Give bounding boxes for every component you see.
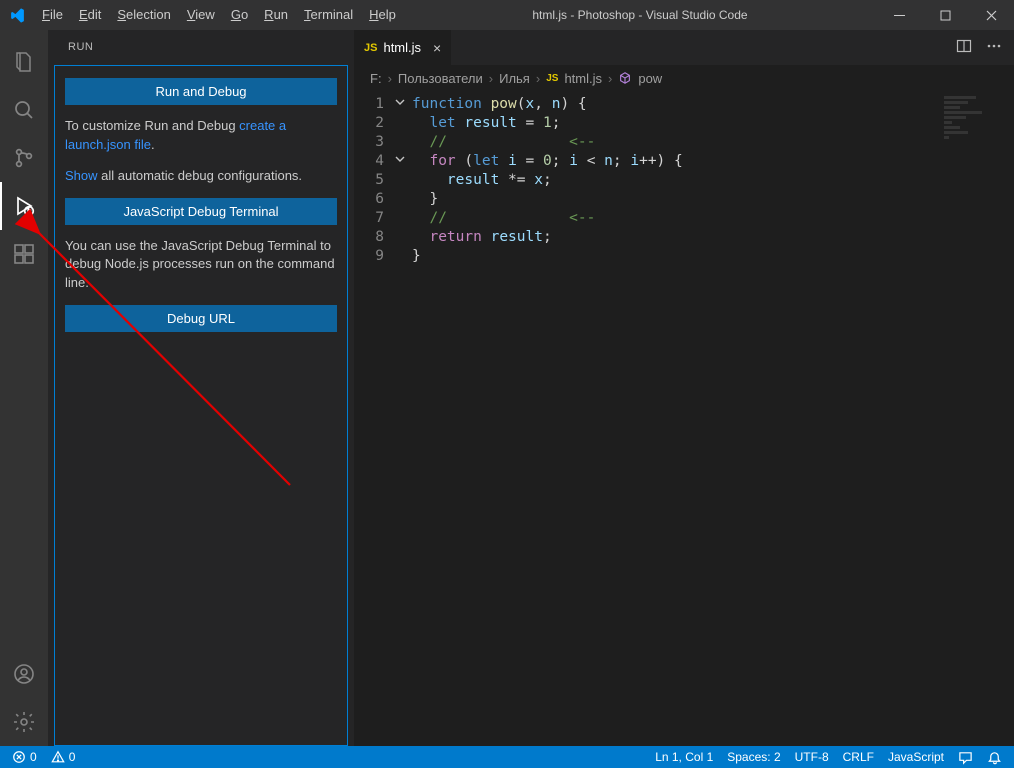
menu-terminal[interactable]: Terminal [296, 0, 361, 30]
status-bell-icon[interactable] [983, 746, 1006, 768]
split-editor-icon[interactable] [956, 38, 972, 57]
debug-url-button[interactable]: Debug URL [65, 305, 337, 332]
menu-bar: File Edit Selection View Go Run Terminal… [34, 0, 404, 30]
code-line[interactable]: return result; [412, 228, 1014, 247]
maximize-button[interactable] [922, 0, 968, 30]
source-control-icon[interactable] [0, 134, 48, 182]
editor-area: JS html.js × F:› Пользователи› Илья› JS … [354, 30, 1014, 746]
show-link[interactable]: Show [65, 168, 98, 183]
menu-view[interactable]: View [179, 0, 223, 30]
line-number: 9 [354, 247, 384, 266]
status-ln-col[interactable]: Ln 1, Col 1 [651, 746, 717, 768]
breadcrumb-symbol[interactable]: pow [638, 71, 662, 86]
explorer-icon[interactable] [0, 38, 48, 86]
status-feedback-icon[interactable] [954, 746, 977, 768]
line-number: 8 [354, 228, 384, 247]
tab-html-js[interactable]: JS html.js × [354, 30, 452, 65]
line-number: 1 [354, 95, 384, 114]
line-number: 2 [354, 114, 384, 133]
fold-toggle [394, 190, 412, 209]
menu-run[interactable]: Run [256, 0, 296, 30]
code-line[interactable]: let result = 1; [412, 114, 1014, 133]
line-number: 7 [354, 209, 384, 228]
line-number: 4 [354, 152, 384, 171]
code-content[interactable]: function pow(x, n) { let result = 1; // … [412, 95, 1014, 746]
js-debug-terminal-button[interactable]: JavaScript Debug Terminal [65, 198, 337, 225]
customize-text: To customize Run and Debug create a laun… [65, 117, 337, 155]
breadcrumb-part[interactable]: Илья [499, 71, 530, 86]
show-configs-text: Show all automatic debug configurations. [65, 167, 337, 186]
fold-column[interactable] [394, 95, 412, 746]
menu-go[interactable]: Go [223, 0, 256, 30]
code-line[interactable]: for (let i = 0; i < n; i++) { [412, 152, 1014, 171]
fold-toggle [394, 114, 412, 133]
breadcrumb[interactable]: F:› Пользователи› Илья› JS html.js› pow [354, 65, 1014, 91]
status-eol[interactable]: CRLF [839, 746, 878, 768]
tab-bar: JS html.js × [354, 30, 1014, 65]
menu-selection[interactable]: Selection [109, 0, 178, 30]
vscode-logo-icon [0, 7, 34, 24]
settings-gear-icon[interactable] [0, 698, 48, 746]
run-debug-icon[interactable] [0, 182, 48, 230]
code-editor[interactable]: 123456789 function pow(x, n) { let resul… [354, 91, 1014, 746]
fold-toggle [394, 247, 412, 266]
fold-toggle[interactable] [394, 95, 412, 114]
fold-toggle [394, 228, 412, 247]
menu-edit[interactable]: Edit [71, 0, 109, 30]
symbol-method-icon [618, 71, 632, 85]
close-button[interactable] [968, 0, 1014, 30]
run-and-debug-button[interactable]: Run and Debug [65, 78, 337, 105]
js-file-icon: JS [546, 73, 558, 84]
fold-toggle [394, 133, 412, 152]
js-file-icon: JS [364, 42, 377, 54]
tab-actions [956, 30, 1014, 65]
title-bar: File Edit Selection View Go Run Terminal… [0, 0, 1014, 30]
search-icon[interactable] [0, 86, 48, 134]
line-number: 5 [354, 171, 384, 190]
run-debug-panel: Run and Debug To customize Run and Debug… [54, 65, 348, 746]
activity-bar [0, 30, 48, 746]
fold-toggle [394, 209, 412, 228]
menu-file[interactable]: File [34, 0, 71, 30]
fold-toggle [394, 171, 412, 190]
sidebar-title: RUN [48, 30, 354, 65]
status-errors[interactable]: 0 [8, 746, 41, 768]
status-warnings[interactable]: 0 [47, 746, 80, 768]
accounts-icon[interactable] [0, 650, 48, 698]
code-line[interactable]: // <-- [412, 209, 1014, 228]
status-encoding[interactable]: UTF-8 [791, 746, 833, 768]
breadcrumb-part[interactable]: Пользователи [398, 71, 483, 86]
fold-toggle[interactable] [394, 152, 412, 171]
status-language[interactable]: JavaScript [884, 746, 948, 768]
line-number-gutter: 123456789 [354, 95, 394, 746]
menu-help[interactable]: Help [361, 0, 404, 30]
breadcrumb-file[interactable]: html.js [564, 71, 602, 86]
line-number: 3 [354, 133, 384, 152]
window-title: html.js - Photoshop - Visual Studio Code [404, 8, 876, 22]
code-line[interactable]: function pow(x, n) { [412, 95, 1014, 114]
minimize-button[interactable] [876, 0, 922, 30]
more-actions-icon[interactable] [986, 38, 1002, 57]
extensions-icon[interactable] [0, 230, 48, 278]
js-debug-desc: You can use the JavaScript Debug Termina… [65, 237, 337, 294]
tab-label: html.js [383, 40, 421, 55]
status-bar: 0 0 Ln 1, Col 1 Spaces: 2 UTF-8 CRLF Jav… [0, 746, 1014, 768]
minimap[interactable] [944, 96, 998, 156]
breadcrumb-part[interactable]: F: [370, 71, 382, 86]
window-controls [876, 0, 1014, 30]
status-spaces[interactable]: Spaces: 2 [723, 746, 784, 768]
code-line[interactable]: } [412, 247, 1014, 266]
line-number: 6 [354, 190, 384, 209]
code-line[interactable]: } [412, 190, 1014, 209]
run-sidebar: RUN Run and Debug To customize Run and D… [48, 30, 354, 746]
code-line[interactable]: result *= x; [412, 171, 1014, 190]
code-line[interactable]: // <-- [412, 133, 1014, 152]
close-tab-icon[interactable]: × [433, 40, 441, 56]
